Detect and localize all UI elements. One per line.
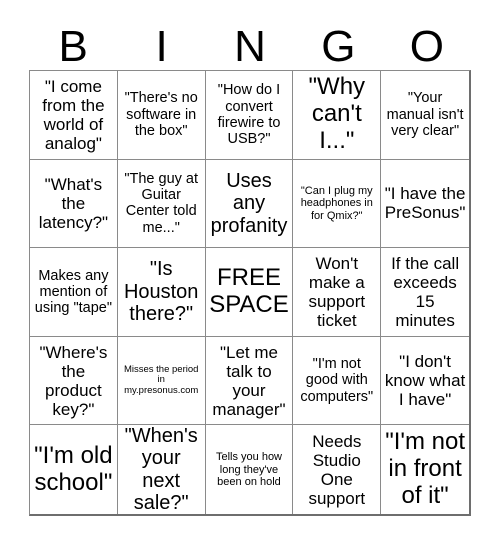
bingo-cell-o3[interactable]: If the call exceeds 15 minutes xyxy=(381,248,469,337)
bingo-cell-i2[interactable]: "The guy at Guitar Center told me..." xyxy=(117,159,206,249)
bingo-cell-label: "Your manual isn't very clear" xyxy=(386,90,464,139)
bingo-cell-i3[interactable]: "Is Houston there?" xyxy=(117,248,206,337)
bingo-cell-free-space[interactable]: FREE SPACE xyxy=(205,248,294,337)
bingo-cell-n4[interactable]: "Let me talk to your manager" xyxy=(205,336,294,426)
header-letter-b: B xyxy=(58,22,88,71)
bingo-cell-label: "Is Houston there?" xyxy=(123,258,199,326)
header-letter-n: N xyxy=(234,22,266,71)
bingo-cell-o4[interactable]: "I don't know what I have" xyxy=(381,336,469,426)
bingo-header-letters: B I N G O xyxy=(29,14,471,70)
bingo-cell-label: Misses the period in my.presonus.com xyxy=(123,363,199,396)
bingo-cell-label: "How do I convert firewire to USB?" xyxy=(217,82,281,148)
bingo-cell-label: "Can I plug my headphones in for Qmix?" xyxy=(300,184,373,222)
bingo-cell-label: Makes any mention of using "tape" xyxy=(34,267,112,317)
bingo-cell-label: "I'm old school" xyxy=(34,441,113,496)
bingo-cell-o1[interactable]: "Your manual isn't very clear" xyxy=(381,71,469,160)
bingo-cell-i5[interactable]: "When's your next sale?" xyxy=(117,425,206,514)
bingo-cell-label: "I have the PreSonus" xyxy=(384,184,466,223)
bingo-cell-b1[interactable]: "I come from the world of analog" xyxy=(30,71,118,160)
bingo-cell-label: "I'm not good with computers" xyxy=(300,356,374,405)
bingo-cell-n2[interactable]: Uses any profanity xyxy=(205,159,294,249)
bingo-cell-label: "I don't know what I have" xyxy=(384,352,466,410)
bingo-cell-label: "I come from the world of analog" xyxy=(42,76,105,153)
header-letter-g: G xyxy=(321,22,356,71)
bingo-cell-label: "Let me talk to your manager" xyxy=(212,342,286,419)
bingo-cell-label: "Why can't I..." xyxy=(308,73,366,155)
bingo-cell-b5[interactable]: "I'm old school" xyxy=(30,425,118,514)
bingo-cell-b2[interactable]: "What's the latency?" xyxy=(30,159,118,249)
free-space-label: FREE SPACE xyxy=(209,264,289,318)
bingo-cell-label: If the call exceeds 15 minutes xyxy=(391,253,460,331)
bingo-cell-g3[interactable]: Won't make a support ticket xyxy=(293,248,382,337)
bingo-cell-label: "Where's the product key?" xyxy=(39,342,108,419)
bingo-cell-label: Won't make a support ticket xyxy=(308,253,366,331)
bingo-cell-g5[interactable]: Needs Studio One support xyxy=(293,425,382,514)
bingo-cell-label: Uses any profanity xyxy=(210,169,288,237)
bingo-cell-label: "There's no software in the box" xyxy=(124,90,198,139)
bingo-cell-label: "The guy at Guitar Center told me..." xyxy=(124,170,199,236)
bingo-cell-label: Needs Studio One support xyxy=(308,431,366,508)
bingo-cell-label: "I'm not in front of it" xyxy=(385,428,465,510)
bingo-cell-label: Tells you how long they've been on hold xyxy=(215,451,283,488)
bingo-cell-g1[interactable]: "Why can't I..." xyxy=(293,71,382,160)
bingo-cell-label: "When's your next sale?" xyxy=(124,425,198,514)
bingo-cell-i1[interactable]: "There's no software in the box" xyxy=(117,71,206,160)
bingo-cell-g2[interactable]: "Can I plug my headphones in for Qmix?" xyxy=(293,159,382,249)
bingo-cell-i4[interactable]: Misses the period in my.presonus.com xyxy=(117,336,206,426)
bingo-cell-g4[interactable]: "I'm not good with computers" xyxy=(293,336,382,426)
bingo-cell-label: "What's the latency?" xyxy=(38,174,109,232)
bingo-cell-n1[interactable]: "How do I convert firewire to USB?" xyxy=(205,71,294,160)
header-letter-o: O xyxy=(409,22,444,71)
bingo-cell-b4[interactable]: "Where's the product key?" xyxy=(30,336,118,426)
bingo-cell-b3[interactable]: Makes any mention of using "tape" xyxy=(30,248,118,337)
bingo-cell-o2[interactable]: "I have the PreSonus" xyxy=(381,159,469,249)
bingo-cell-o5[interactable]: "I'm not in front of it" xyxy=(381,425,469,514)
bingo-cell-n5[interactable]: Tells you how long they've been on hold xyxy=(205,425,294,514)
header-letter-i: I xyxy=(155,22,168,71)
bingo-grid: "I come from the world of analog" "There… xyxy=(29,70,471,516)
bingo-card: B I N G O "I come from the world of anal… xyxy=(0,0,500,544)
